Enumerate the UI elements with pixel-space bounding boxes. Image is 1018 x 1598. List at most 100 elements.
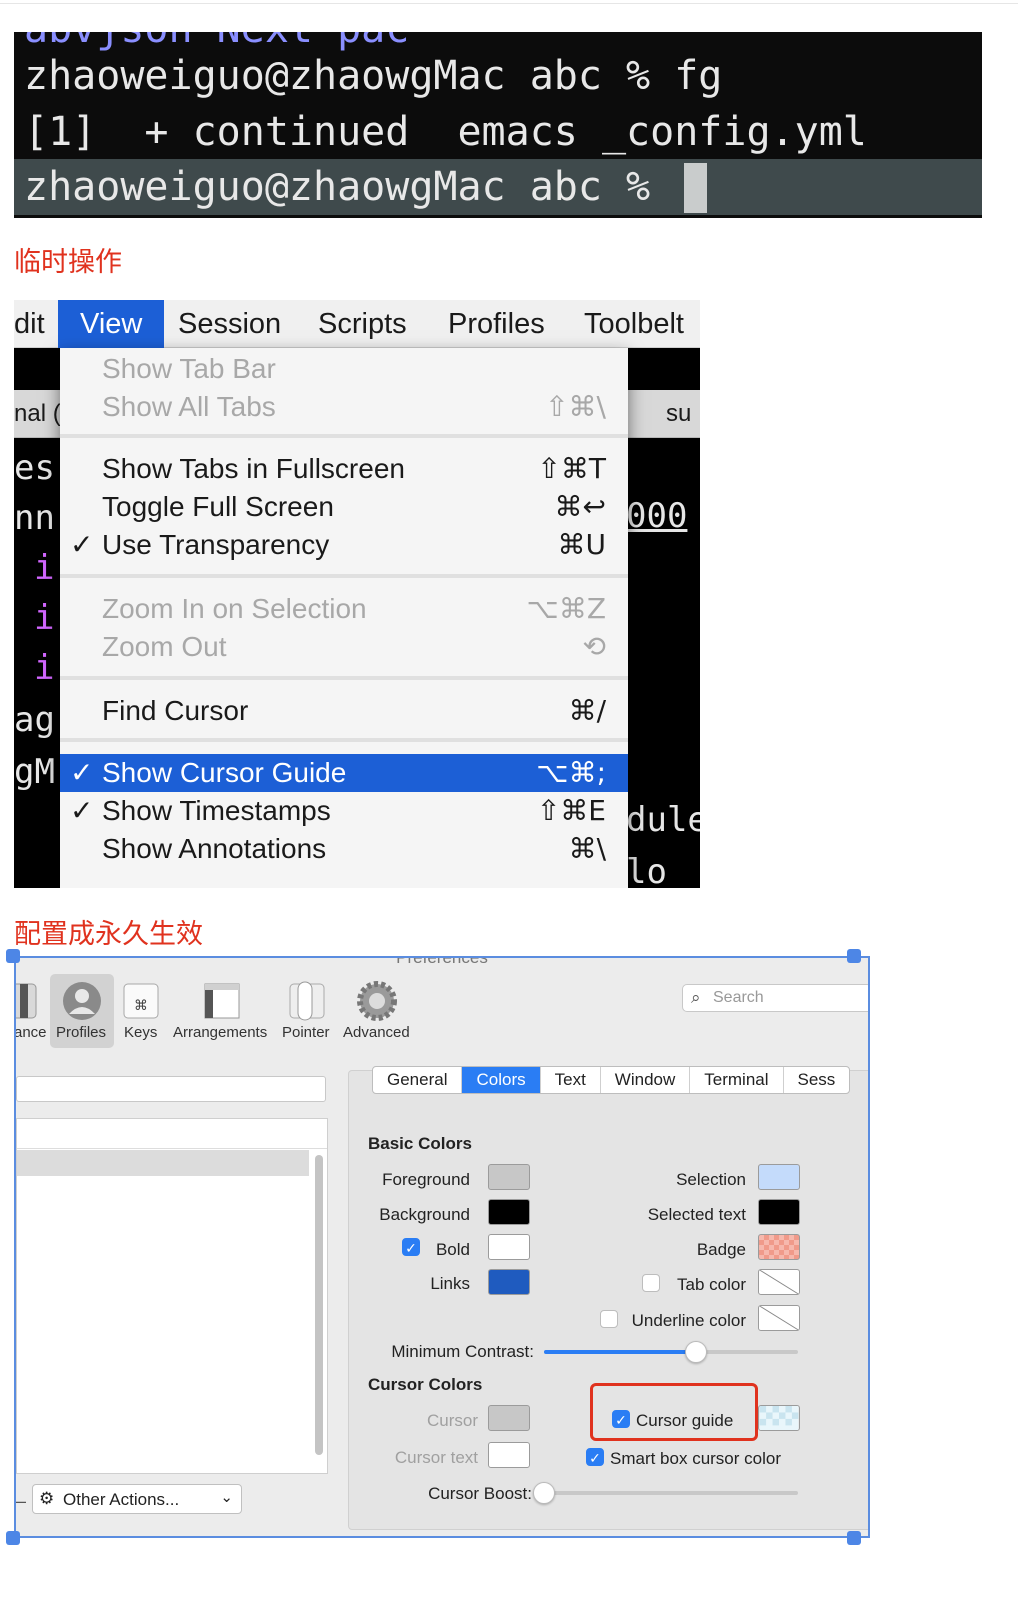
- menu-toolbelt[interactable]: Toolbelt: [584, 300, 684, 348]
- menu-item-show-tabs-in-fullscreen[interactable]: Show Tabs in Fullscreen ⇧⌘T: [60, 450, 628, 488]
- search-placeholder: Search: [713, 989, 764, 1006]
- checkmark-icon: ✓: [70, 529, 94, 560]
- menu-item-show-tab-bar[interactable]: Show Tab Bar: [60, 350, 628, 388]
- menu-profiles[interactable]: Profiles: [448, 300, 545, 348]
- minimum-contrast-slider[interactable]: [544, 1341, 798, 1363]
- badge-label: Badge: [696, 1240, 746, 1259]
- toolbar-label-appearance[interactable]: ance: [16, 1024, 47, 1041]
- menu-item-show-timestamps[interactable]: ✓ Show Timestamps ⇧⌘E: [60, 792, 628, 830]
- menu-item-show-annotations[interactable]: Show Annotations ⌘\: [60, 830, 628, 868]
- tab-right-fragment[interactable]: su: [666, 390, 691, 438]
- bold-color-well[interactable]: [488, 1234, 530, 1260]
- menu-item-zoom-in-on-selection[interactable]: Zoom In on Selection ⌥⌘Z: [60, 590, 628, 628]
- window-title: Preferences: [396, 956, 488, 967]
- menu-separator: [60, 434, 628, 438]
- cursor-text-color-well[interactable]: [488, 1442, 530, 1468]
- caption-temporary: 临时操作: [14, 247, 122, 277]
- basic-colors-heading: Basic Colors: [368, 1134, 472, 1153]
- menu-session[interactable]: Session: [178, 300, 281, 348]
- bg-term-line: i: [34, 548, 55, 588]
- menu-separator: [60, 574, 628, 578]
- cursor-boost-slider[interactable]: [533, 1482, 798, 1504]
- tab-colors[interactable]: Colors: [462, 1067, 541, 1093]
- checkmark-icon: ✓: [70, 757, 94, 788]
- menu-scripts[interactable]: Scripts: [318, 300, 407, 348]
- advanced-icon[interactable]: [354, 980, 400, 1022]
- tab-color-checkbox[interactable]: [642, 1274, 660, 1292]
- keys-icon[interactable]: ⌘: [118, 980, 164, 1022]
- smart-box-cursor-color-checkbox[interactable]: ✓: [586, 1448, 604, 1466]
- resize-handle[interactable]: [6, 949, 20, 963]
- background-color-well[interactable]: [488, 1199, 530, 1225]
- toolbar-label-pointer[interactable]: Pointer: [282, 1024, 330, 1041]
- search-input[interactable]: ⌕ Search: [682, 984, 868, 1012]
- pointer-icon[interactable]: [284, 980, 330, 1022]
- selected-text-color-well[interactable]: [758, 1199, 800, 1225]
- toolbar-label-advanced[interactable]: Advanced: [343, 1024, 410, 1041]
- profiles-list-scrollbar[interactable]: [315, 1155, 323, 1455]
- resize-handle[interactable]: [847, 949, 861, 963]
- appearance-icon[interactable]: [14, 980, 40, 1022]
- tab-color-well-empty[interactable]: [758, 1269, 800, 1295]
- cursor-text-label: Cursor text: [394, 1448, 478, 1467]
- links-label: Links: [430, 1274, 470, 1293]
- menu-item-zoom-out[interactable]: Zoom Out ⟲: [60, 628, 628, 666]
- profiles-list-selected-row[interactable]: [17, 1150, 309, 1176]
- terminal-cursor: [684, 163, 707, 213]
- chevron-down-icon: ⌄: [220, 1489, 233, 1506]
- tab-terminal[interactable]: Terminal: [690, 1067, 784, 1093]
- toolbar-label-arrangements[interactable]: Arrangements: [173, 1024, 267, 1041]
- svg-text:⌘: ⌘: [134, 998, 148, 1014]
- preferences-window: Preferences ance Profiles ⌘ Keys Arrange…: [14, 956, 870, 1538]
- profiles-list-header: [17, 1119, 327, 1149]
- badge-color-well[interactable]: [758, 1234, 800, 1260]
- tab-left-fragment[interactable]: nal (: [14, 390, 61, 438]
- menu-item-find-cursor[interactable]: Find Cursor ⌘/: [60, 692, 628, 730]
- terminal-line-3: zhaoweiguo@zhaowgMac abc %: [24, 164, 675, 210]
- cursor-guide-color-well[interactable]: [758, 1405, 800, 1431]
- foreground-color-well[interactable]: [488, 1164, 530, 1190]
- resize-handle[interactable]: [847, 1531, 861, 1545]
- cursor-boost-label: Cursor Boost:: [428, 1484, 532, 1503]
- menu-item-toggle-full-screen[interactable]: Toggle Full Screen ⌘↩: [60, 488, 628, 526]
- bg-term-right-frag: lo: [626, 852, 667, 888]
- terminal-cut-line: abvjson Next pac: [24, 32, 409, 52]
- terminal-screenshot: abvjson Next pac zhaoweiguo@zhaowgMac ab…: [14, 32, 982, 218]
- search-icon: ⌕: [691, 988, 701, 1007]
- bg-term-line: es: [14, 448, 55, 488]
- selection-color-well[interactable]: [758, 1164, 800, 1190]
- tab-general[interactable]: General: [373, 1067, 463, 1093]
- menu-item-use-transparency[interactable]: ✓ Use Transparency ⌘U: [60, 526, 628, 564]
- selected-text-label: Selected text: [647, 1205, 746, 1224]
- other-actions-dropdown[interactable]: ⚙ Other Actions... ⌄: [32, 1484, 242, 1514]
- cursor-guide-checkbox[interactable]: ✓: [612, 1410, 630, 1428]
- view-menu-screenshot: nal ( su es nn i i i ag gM 000 dule lo d…: [14, 300, 700, 888]
- underline-color-checkbox[interactable]: [600, 1310, 618, 1328]
- menu-item-show-all-tabs[interactable]: Show All Tabs ⇧⌘\: [60, 388, 628, 426]
- bg-term-right-frag: dule: [626, 800, 700, 840]
- cursor-color-well[interactable]: [488, 1405, 530, 1431]
- arrangements-icon[interactable]: [199, 980, 245, 1022]
- menu-edit[interactable]: dit: [14, 300, 45, 348]
- smart-box-cursor-color-label: Smart box cursor color: [610, 1449, 781, 1468]
- profile-filter-input[interactable]: [16, 1076, 326, 1102]
- tab-text[interactable]: Text: [541, 1067, 601, 1093]
- bg-term-line: ag: [14, 700, 55, 740]
- tab-session[interactable]: Sess: [784, 1067, 850, 1093]
- terminal-line-1: zhaoweiguo@zhaowgMac abc % fg: [24, 53, 723, 99]
- menu-view[interactable]: View: [58, 300, 165, 348]
- tab-color-label: Tab color: [677, 1275, 746, 1294]
- bold-checkbox[interactable]: ✓: [402, 1238, 420, 1256]
- remove-profile-button[interactable]: –: [16, 1491, 26, 1512]
- resize-handle[interactable]: [6, 1531, 20, 1545]
- menu-item-show-cursor-guide[interactable]: ✓ Show Cursor Guide ⌥⌘;: [60, 754, 628, 792]
- selection-label: Selection: [676, 1170, 746, 1189]
- profiles-icon[interactable]: [59, 980, 105, 1022]
- cursor-boost-slider-knob[interactable]: [533, 1482, 555, 1504]
- toolbar-label-keys[interactable]: Keys: [124, 1024, 157, 1041]
- links-color-well[interactable]: [488, 1269, 530, 1295]
- underline-color-well-empty[interactable]: [758, 1305, 800, 1331]
- profiles-list[interactable]: [16, 1118, 328, 1474]
- toolbar-label-profiles[interactable]: Profiles: [56, 1024, 106, 1041]
- tab-window[interactable]: Window: [601, 1067, 691, 1093]
